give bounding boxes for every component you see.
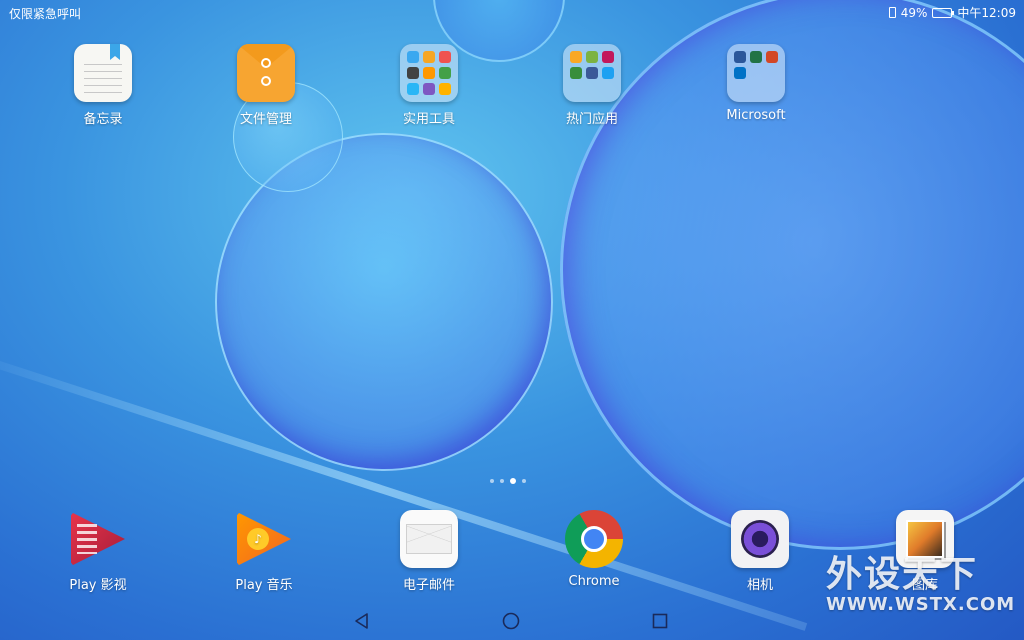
- battery-percent: 49%: [900, 5, 928, 20]
- watermark-title: 外设天下: [826, 554, 979, 595]
- app-label-chrome: Chrome: [568, 574, 620, 589]
- sim-card-icon: [888, 7, 896, 18]
- app-chrome[interactable]: Chrome: [544, 510, 644, 589]
- page-dot-2[interactable]: [500, 479, 504, 483]
- app-file-manager[interactable]: 文件管理: [216, 44, 316, 127]
- app-label-tools: 实用工具: [402, 112, 455, 127]
- page-dot-4[interactable]: [522, 479, 526, 483]
- files-icon: [237, 44, 295, 102]
- email-icon: [400, 510, 458, 568]
- page-dot-3[interactable]: [510, 478, 516, 484]
- app-play-music[interactable]: ♪ Play 音乐: [214, 510, 314, 593]
- folder-microsoft[interactable]: Microsoft: [706, 44, 806, 123]
- app-label-email: 电子邮件: [402, 578, 455, 593]
- page-dot-1[interactable]: [490, 479, 494, 483]
- tools-folder-icon: [400, 44, 458, 102]
- app-label-memo: 备忘录: [83, 112, 123, 127]
- memo-icon: [74, 44, 132, 102]
- app-label-microsoft: Microsoft: [726, 108, 786, 123]
- app-email[interactable]: 电子邮件: [379, 510, 479, 593]
- app-label-file-manager: 文件管理: [239, 112, 292, 127]
- app-play-movies[interactable]: Play 影视: [48, 510, 148, 593]
- microsoft-folder-icon: [727, 44, 785, 102]
- app-memo[interactable]: 备忘录: [53, 44, 153, 127]
- popular-folder-icon: [563, 44, 621, 102]
- app-camera[interactable]: 相机: [710, 510, 810, 593]
- app-label-play-music: Play 音乐: [235, 578, 293, 593]
- back-icon[interactable]: [353, 612, 371, 630]
- play-movies-icon: [69, 510, 127, 568]
- play-music-icon: ♪: [235, 510, 293, 568]
- app-label-popular: 热门应用: [565, 112, 618, 127]
- app-label-camera: 相机: [746, 578, 773, 593]
- home-icon[interactable]: [502, 612, 520, 630]
- app-label-play-movies: Play 影视: [69, 578, 127, 593]
- folder-tools[interactable]: 实用工具: [379, 44, 479, 127]
- carrier-status-text: 仅限紧急呼叫: [9, 7, 82, 21]
- camera-icon: [731, 510, 789, 568]
- chrome-icon: [565, 510, 623, 568]
- folder-popular[interactable]: 热门应用: [542, 44, 642, 127]
- status-indicators: 49% 中午12:09: [888, 4, 1016, 21]
- recent-apps-icon[interactable]: [651, 612, 669, 630]
- page-indicator: [490, 478, 526, 484]
- home-screen: 仅限紧急呼叫 49% 中午12:09 备忘录 文件管理 实用工具 热门应用 Mi…: [0, 0, 1024, 640]
- clock: 中午12:09: [957, 6, 1016, 20]
- navigation-bar: [0, 600, 1024, 640]
- battery-icon: [932, 7, 955, 18]
- status-bar: 仅限紧急呼叫 49% 中午12:09: [0, 0, 1024, 24]
